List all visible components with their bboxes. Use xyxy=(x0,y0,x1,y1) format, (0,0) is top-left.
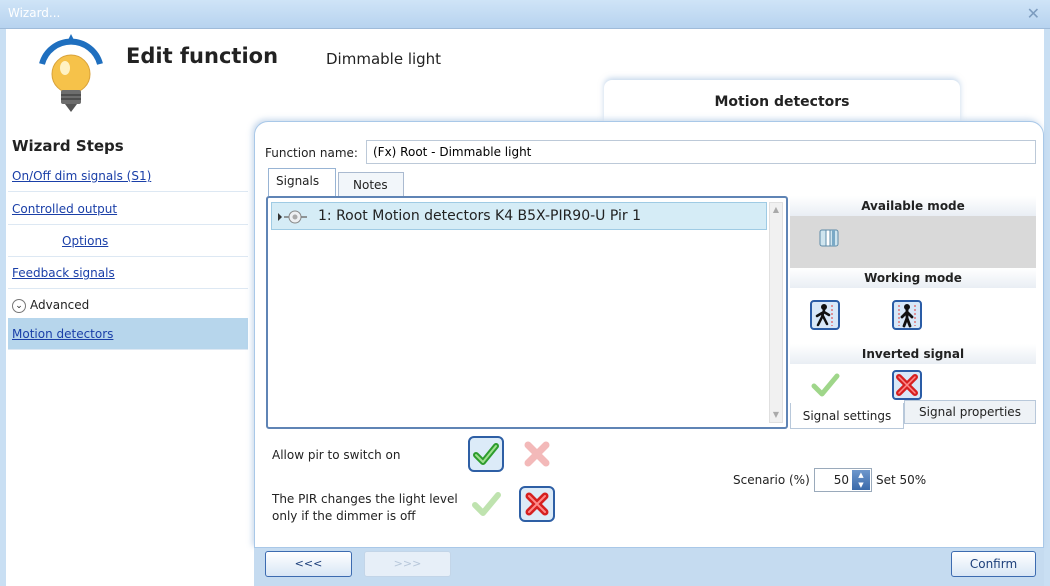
inverted-signal-body xyxy=(790,364,1036,402)
tab-motion-detectors[interactable]: Motion detectors xyxy=(604,80,960,121)
tab-signal-settings[interactable]: Signal settings xyxy=(790,403,904,429)
walking-person-icon[interactable] xyxy=(810,300,840,330)
motion-sensor-icon xyxy=(278,208,310,224)
light-bulb-icon xyxy=(28,34,114,116)
chevron-down-icon[interactable]: ⌄ xyxy=(12,298,26,313)
scenario-stepper[interactable]: 50 ▲ ▼ xyxy=(814,468,872,492)
allow-pir-label: Allow pir to switch on xyxy=(272,448,401,462)
window-frame-left xyxy=(0,29,6,586)
spinner-arrows-icon[interactable]: ▲ ▼ xyxy=(852,470,870,490)
wizard-step-label[interactable]: Feedback signals xyxy=(12,266,115,280)
signals-list: 1: Root Motion detectors K4 B5X-PIR90-U … xyxy=(266,196,788,429)
wizard-step-motion-detectors[interactable]: Motion detectors xyxy=(8,318,248,350)
wizard-step-feedback-signals[interactable]: Feedback signals xyxy=(8,257,248,289)
vertical-scrollbar[interactable]: ▲ ▼ xyxy=(769,202,783,423)
pir-changes-label-line2: only if the dimmer is off xyxy=(272,509,416,523)
wizard-step-label[interactable]: Options xyxy=(62,234,108,248)
window-frame-right xyxy=(1044,29,1050,586)
scenario-label: Scenario (%) xyxy=(733,473,810,487)
scenario-set-label: Set 50% xyxy=(876,473,927,487)
pir-changes-no-toggle[interactable] xyxy=(519,486,555,522)
pir-changes-label-line1: The PIR changes the light level xyxy=(272,492,458,506)
available-mode-heading: Available mode xyxy=(790,196,1036,216)
working-mode-body xyxy=(790,288,1036,344)
wizard-step-options[interactable]: Options xyxy=(8,225,248,257)
window-title: Wizard... xyxy=(8,6,61,20)
cross-icon xyxy=(525,492,549,516)
check-icon[interactable] xyxy=(810,370,840,400)
tab-signal-properties[interactable]: Signal properties xyxy=(904,400,1036,424)
allow-pir-yes-toggle[interactable] xyxy=(468,436,504,472)
door-sensor-mode-icon[interactable] xyxy=(814,224,844,254)
function-name-input[interactable] xyxy=(366,140,1036,164)
tab-signals[interactable]: Signals xyxy=(268,168,336,196)
wizard-step-label[interactable]: Controlled output xyxy=(12,202,117,216)
scroll-up-icon[interactable]: ▲ xyxy=(770,204,782,216)
close-icon[interactable]: ✕ xyxy=(1027,4,1040,23)
tab-notes[interactable]: Notes xyxy=(338,172,404,196)
wizard-step-advanced[interactable]: ⌄ Advanced xyxy=(8,289,248,321)
wizard-steps-panel: Wizard Steps On/Off dim signals (S1) Con… xyxy=(8,133,248,569)
signal-label: 1: Root Motion detectors K4 B5X-PIR90-U … xyxy=(318,208,642,224)
wizard-step-label[interactable]: On/Off dim signals (S1) xyxy=(12,169,151,183)
next-button[interactable]: >>> xyxy=(364,551,451,577)
wizard-step-on-off-dim-signals[interactable]: On/Off dim signals (S1) xyxy=(8,160,248,192)
page-subtitle: Dimmable light xyxy=(326,50,442,68)
wizard-step-label[interactable]: Advanced xyxy=(30,298,89,312)
cross-icon[interactable] xyxy=(892,370,922,400)
confirm-button[interactable]: Confirm xyxy=(951,551,1036,577)
available-mode-body xyxy=(790,216,1036,268)
scroll-down-icon[interactable]: ▼ xyxy=(770,409,782,421)
window-titlebar: Wizard... ✕ xyxy=(0,0,1050,29)
page-title: Edit function xyxy=(126,44,279,68)
inverted-signal-heading: Inverted signal xyxy=(790,344,1036,364)
previous-button[interactable]: <<< xyxy=(265,551,352,577)
wizard-step-label[interactable]: Motion detectors xyxy=(12,327,113,341)
cross-icon xyxy=(524,441,550,467)
allow-pir-no-toggle[interactable] xyxy=(519,436,555,472)
check-icon xyxy=(472,492,501,516)
signal-settings-panel: Available mode Working mode Inverted sig… xyxy=(790,196,1036,406)
signal-row[interactable]: 1: Root Motion detectors K4 B5X-PIR90-U … xyxy=(271,202,767,230)
working-mode-heading: Working mode xyxy=(790,268,1036,288)
check-icon xyxy=(473,443,499,465)
function-name-label: Function name: xyxy=(265,146,358,160)
pir-changes-yes-toggle[interactable] xyxy=(468,486,504,522)
wizard-step-controlled-output[interactable]: Controlled output xyxy=(8,193,248,225)
wizard-steps-heading: Wizard Steps xyxy=(12,137,124,155)
standing-person-icon[interactable] xyxy=(892,300,922,330)
scenario-value[interactable]: 50 xyxy=(834,473,849,487)
